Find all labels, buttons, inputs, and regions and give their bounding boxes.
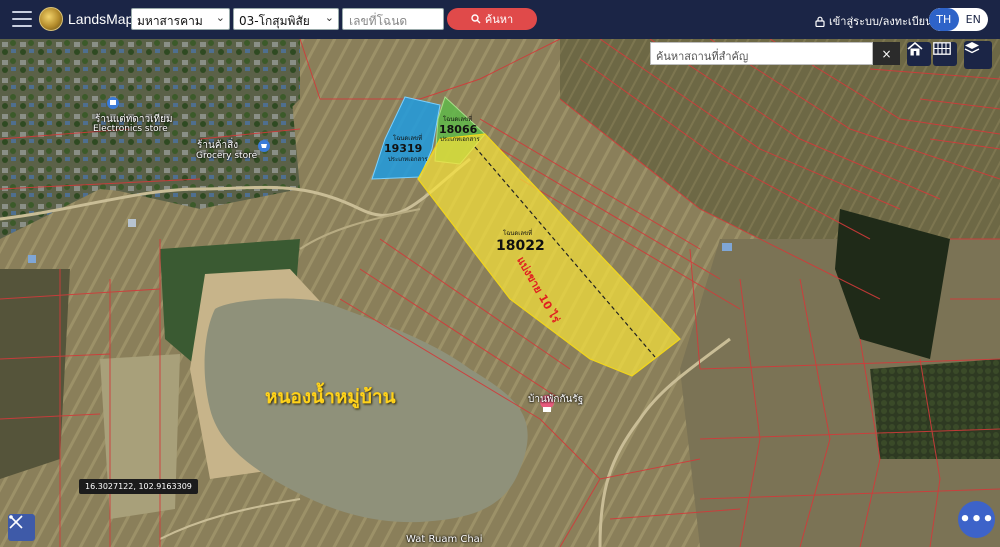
search-icon <box>471 14 481 24</box>
login-link[interactable]: เข้าสู่ระบบ/ลงทะเบียน <box>815 12 933 30</box>
satellite-map[interactable]: โฉนดเลขที่ 19319 ประเภทเอกสาร โฉนดเลขที่… <box>0 39 1000 547</box>
top-bar: LandsMaps มหาสารคาม ⌄ 03-โกสุมพิสัย ⌄ เล… <box>0 0 1000 39</box>
lang-th-button[interactable]: TH <box>929 8 959 31</box>
poi-grocery-en: Grocery store <box>196 151 258 161</box>
home-button[interactable] <box>907 42 931 66</box>
district-select[interactable]: 03-โกสุมพิสัย ⌄ <box>233 8 339 30</box>
poi-shop: บ้านพักกันรัฐ <box>528 394 584 405</box>
electronics-pin-icon[interactable] <box>107 97 119 109</box>
pond-label: หนองน้ำหมู่บ้าน <box>265 386 396 408</box>
plot-19319-number: 19319 <box>384 142 423 155</box>
layers-icon <box>964 42 980 54</box>
deed-number-input[interactable]: เลขที่โฉนด <box>342 8 444 30</box>
close-icon[interactable]: × <box>873 42 900 65</box>
login-label: เข้าสู่ระบบ/ลงทะเบียน <box>829 15 933 28</box>
poi-temple: Wat Ruam Chai <box>406 534 483 545</box>
lock-icon <box>815 16 825 27</box>
lang-en-button[interactable]: EN <box>959 8 989 31</box>
tools-icon <box>9 515 23 529</box>
plot-18022-caption: โฉนดเลขที่ <box>503 230 533 237</box>
search-button[interactable]: ค้นหา <box>447 8 537 30</box>
grocery-pin-icon[interactable] <box>258 140 270 152</box>
language-toggle: TH EN <box>929 8 988 31</box>
more-options-button[interactable]: ••• <box>958 501 995 538</box>
district-select-value: 03-โกสุมพิสัย <box>239 14 310 28</box>
plot-19319-caption: โฉนดเลขที่ <box>393 135 423 142</box>
plot-18066-number: 18066 <box>439 123 478 136</box>
measure-tool-button[interactable] <box>8 514 35 541</box>
poi-electronics-en: Electronics store <box>93 124 168 134</box>
chevron-down-icon: ⌄ <box>324 11 334 24</box>
plot-18066-caption: โฉนดเลขที่ <box>443 116 473 123</box>
coordinates-readout: 16.3027122, 102.9163309 <box>79 479 198 494</box>
plot-19319-sub: ประเภทเอกสาร <box>388 156 428 163</box>
menu-icon[interactable] <box>12 11 32 27</box>
grid-icon <box>933 42 951 55</box>
search-button-label: ค้นหา <box>484 13 514 26</box>
plot-18022-number: 18022 <box>496 238 545 254</box>
grid-button[interactable] <box>933 42 957 66</box>
home-icon <box>907 42 923 56</box>
brand-name: LandsMaps <box>68 11 141 27</box>
province-select[interactable]: มหาสารคาม ⌄ <box>131 8 230 30</box>
plot-18066-sub: ประเภทเอกสาร <box>440 136 480 143</box>
layers-button[interactable] <box>964 41 992 69</box>
landsmaps-logo[interactable] <box>39 7 63 31</box>
chevron-down-icon: ⌄ <box>215 11 225 24</box>
province-select-value: มหาสารคาม <box>137 14 203 28</box>
place-search-input[interactable]: ค้นหาสถานที่สำคัญ <box>650 42 873 65</box>
